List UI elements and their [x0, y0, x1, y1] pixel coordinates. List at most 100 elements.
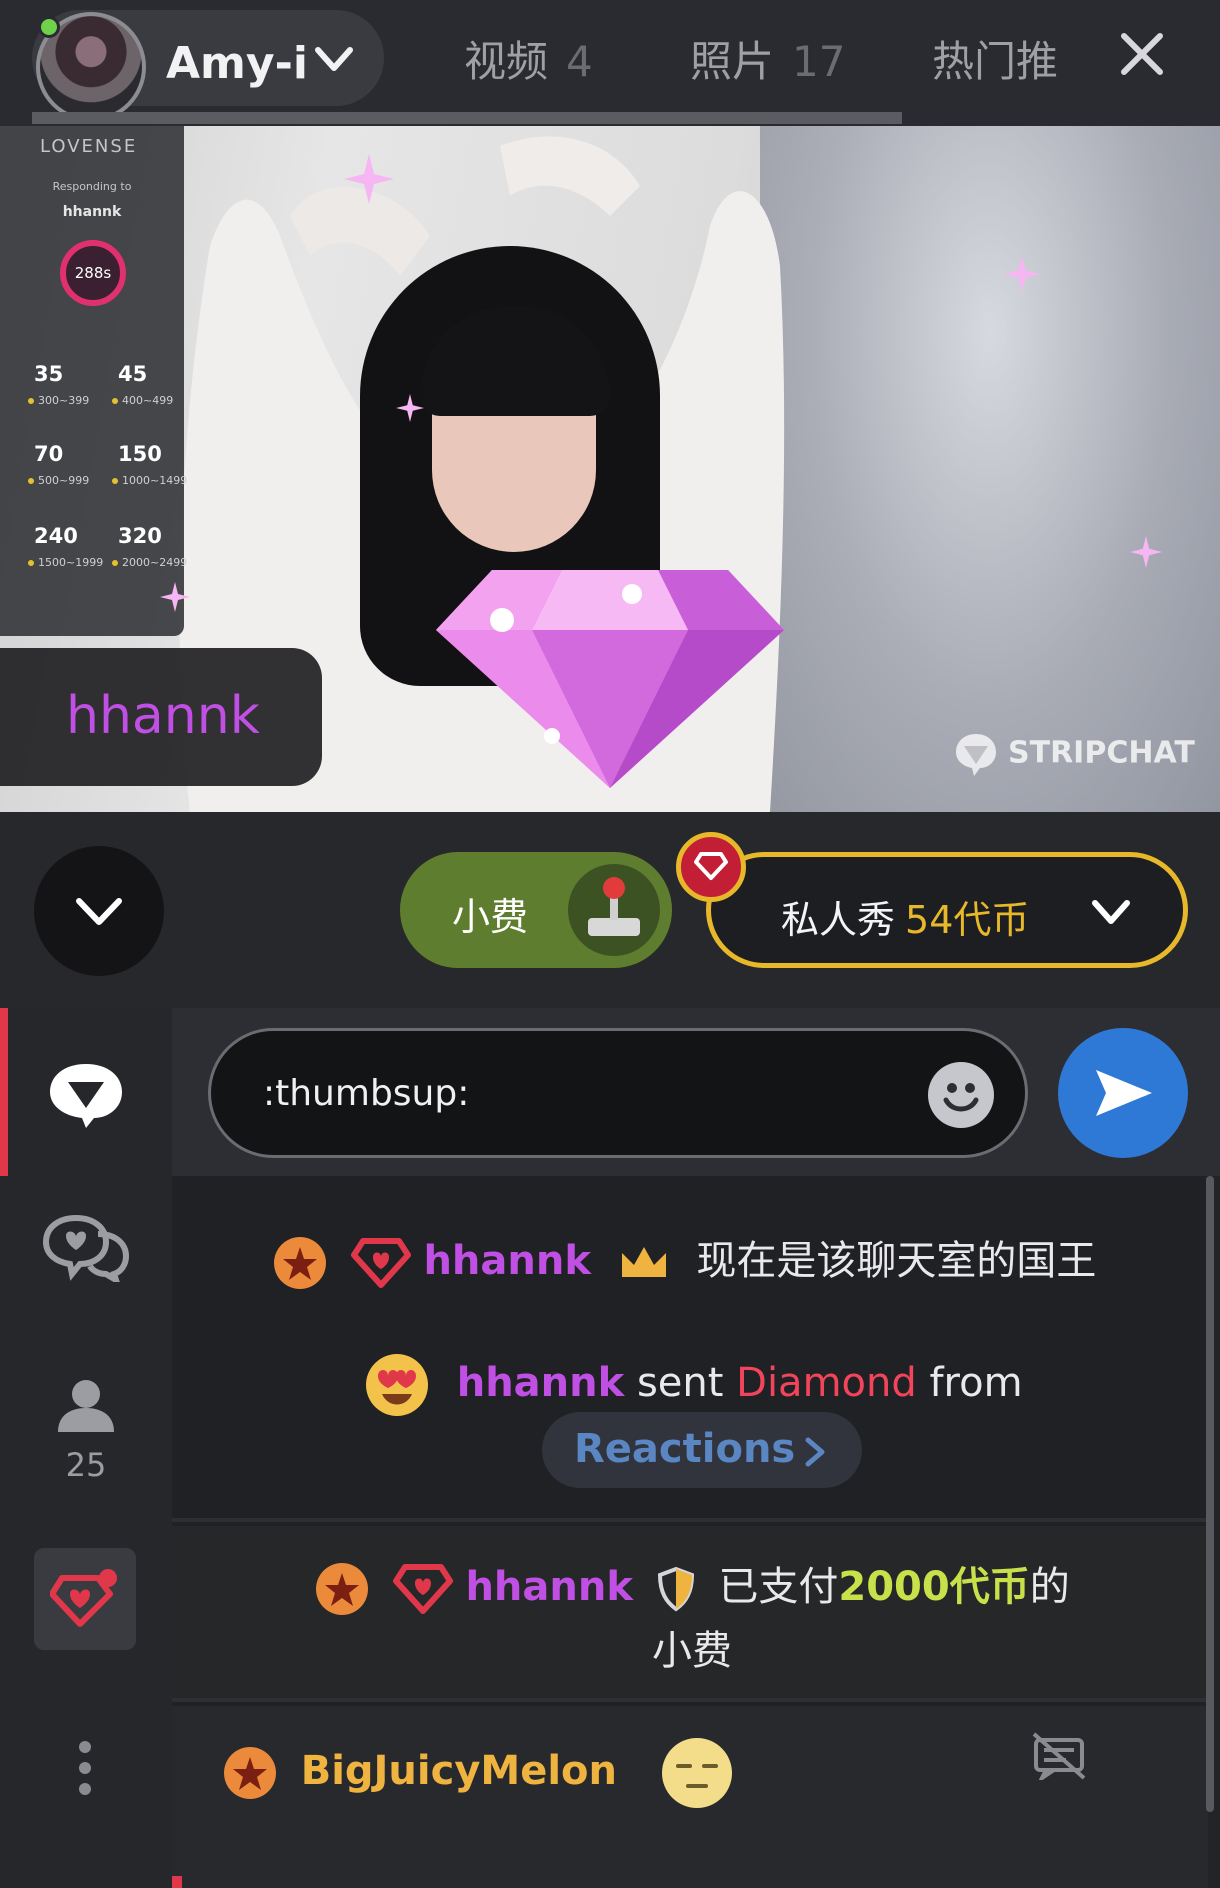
collapse-button[interactable] [34, 846, 164, 976]
lovense-timer: 288s [60, 240, 126, 306]
gift-from-text: from [929, 1360, 1023, 1406]
chat-username[interactable]: BigJuicyMelon [301, 1748, 617, 1794]
chevron-down-icon [1092, 900, 1130, 924]
lovense-responding-label: Responding to [52, 180, 132, 193]
background-sky [760, 126, 1220, 812]
more-options-icon[interactable] [78, 1740, 92, 1796]
fan-club-button[interactable] [34, 1548, 136, 1650]
tip-amount: 2000代币 [838, 1564, 1030, 1610]
tab-videos[interactable]: 视频 4 [464, 28, 593, 89]
tab-photos-count: 17 [792, 37, 846, 86]
top-bar: Amy-i 视频 4 照片 17 热门推 [0, 0, 1220, 126]
tip-message-line-2: 小费 [652, 1618, 732, 1676]
viewers-icon[interactable] [36, 1378, 136, 1434]
tip-message-line: hhannk 已支付2000代币的 [314, 1554, 1070, 1617]
chevron-down-icon[interactable] [314, 46, 354, 74]
sparkle-icon [160, 582, 190, 612]
tab-trending[interactable]: 热门推 [932, 28, 1062, 89]
watermark-text: STRIPCHAT [1008, 735, 1195, 771]
video-player[interactable]: LOVENSE Responding to hhannk 288s 35 300… [0, 126, 1220, 812]
reactions-label: Reactions [574, 1426, 796, 1472]
stripchat-watermark: STRIPCHAT [952, 730, 1195, 778]
private-messages-icon[interactable] [36, 1212, 136, 1282]
chat-username[interactable]: hhannk [457, 1360, 625, 1406]
diamond-gift-icon [436, 570, 784, 788]
diamond-badge-icon [392, 1564, 453, 1614]
chat-username[interactable]: hhannk [423, 1238, 591, 1284]
lovense-level-range: 300~399 [28, 394, 89, 407]
tip-suffix: 的 [1029, 1564, 1070, 1610]
lovense-level-value: 45 [118, 362, 148, 386]
star-level-icon [274, 1237, 326, 1289]
public-chat-icon[interactable] [36, 1060, 136, 1130]
joystick-icon [568, 864, 660, 956]
reactions-link[interactable]: Reactions [542, 1412, 862, 1488]
chat-message-last: BigJuicyMelon [172, 1706, 1208, 1888]
send-icon [1096, 1070, 1152, 1116]
gift-username-overlay: hhannk [0, 648, 322, 786]
lovense-level-value: 240 [34, 524, 78, 548]
tip-button[interactable]: 小费 [400, 852, 672, 968]
tab-videos-count: 4 [566, 37, 593, 86]
lovense-level-range: 1000~1499 [112, 474, 187, 487]
chat-sidebar: 25 [0, 1008, 172, 1888]
tab-scroll-indicator [32, 112, 902, 124]
chevron-down-icon [76, 898, 122, 925]
chat-username[interactable]: hhannk [465, 1564, 633, 1610]
viewer-count: 25 [65, 1446, 107, 1484]
lovense-level: 150 1000~1499 [92, 428, 187, 498]
diamond-badge [676, 832, 746, 902]
private-show-button[interactable]: 私人秀 54代币 [706, 852, 1188, 968]
private-show-text: 私人秀 [781, 898, 896, 942]
lovense-level-range: 400~499 [112, 394, 173, 407]
expressionless-emoji-icon [661, 1738, 732, 1808]
chat-message-king: hhannk 现在是该聊天室的国王 [172, 1176, 1208, 1326]
lovense-level-value: 35 [34, 362, 64, 386]
lovense-panel: LOVENSE Responding to hhannk 288s 35 300… [0, 126, 187, 636]
king-message-text: 现在是该聊天室的国王 [696, 1238, 1097, 1284]
star-level-icon [316, 1563, 368, 1615]
active-indicator [0, 1008, 8, 1176]
crown-icon [621, 1247, 666, 1277]
private-show-label: 私人秀 54代币 [781, 889, 1029, 944]
chevron-right-icon [805, 1437, 825, 1467]
lovense-level-value: 320 [118, 524, 162, 548]
chat-message-tip: hhannk 已支付2000代币的 小费 [172, 1526, 1208, 1702]
lovense-responding-user: hhannk [62, 204, 122, 220]
model-switcher[interactable]: Amy-i [32, 10, 384, 122]
diamond-badge-icon [350, 1238, 411, 1288]
model-name: Amy-i [166, 38, 308, 89]
gift-item-name: Diamond [736, 1360, 917, 1406]
heart-eyes-emoji-icon [366, 1354, 428, 1416]
lovense-timer-value: 288s [74, 264, 112, 282]
lovense-level-range: 500~999 [28, 474, 89, 487]
hide-chat-icon[interactable] [1032, 1732, 1086, 1780]
tip-button-label: 小费 [452, 895, 529, 939]
chat-message-input[interactable] [208, 1028, 1028, 1158]
action-row: 小费 私人秀 54代币 [0, 812, 1220, 1008]
king-message-line: hhannk 现在是该聊天室的国王 [272, 1228, 1096, 1291]
sparkle-icon [344, 154, 394, 204]
send-button[interactable] [1058, 1028, 1188, 1158]
lovense-level: 70 500~999 [8, 428, 89, 498]
tip-prefix: 已支付 [718, 1564, 839, 1610]
lovense-level-value: 150 [118, 442, 162, 466]
chat-feed[interactable]: hhannk 现在是该聊天室的国王 hhannk sent Diamond fr… [172, 1176, 1208, 1888]
online-status-dot [38, 16, 60, 38]
chat-input-row [172, 1008, 1220, 1176]
lovense-logo: LOVENSE [40, 136, 138, 157]
gift-sent-text: sent [636, 1360, 724, 1406]
stripchat-logo-icon [956, 734, 996, 776]
chat-scrollbar[interactable] [1206, 1176, 1214, 1812]
star-level-icon [224, 1747, 276, 1799]
lovense-level: 240 1500~1999 [8, 510, 103, 580]
tab-photos[interactable]: 照片 17 [690, 28, 845, 89]
close-icon[interactable] [1118, 30, 1166, 78]
lovense-level: 320 2000~2499 [92, 510, 187, 580]
emoji-picker-button[interactable] [928, 1062, 994, 1128]
lovense-level: 35 300~399 [8, 348, 89, 418]
private-show-price: 54代币 [905, 898, 1030, 942]
last-message-line: BigJuicyMelon [222, 1736, 734, 1810]
smiley-icon [943, 1083, 979, 1112]
lovense-level-value: 70 [34, 442, 64, 466]
